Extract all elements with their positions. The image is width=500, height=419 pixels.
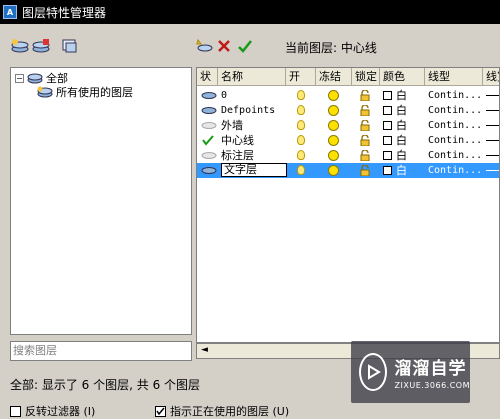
unlock-icon[interactable] — [360, 149, 370, 162]
color-name[interactable]: 白 — [393, 118, 407, 133]
lightbulb-icon[interactable] — [297, 90, 305, 100]
sun-icon[interactable] — [328, 165, 339, 176]
collapse-toggle-icon[interactable]: − — [15, 73, 24, 83]
current-layer-label: 当前图层: 中心线 — [285, 41, 377, 55]
linetype-name[interactable]: Contin... — [425, 133, 482, 148]
column-status[interactable]: 状 — [197, 68, 218, 86]
new-property-filter-icon[interactable] — [10, 37, 30, 55]
lightbulb-icon[interactable] — [297, 105, 305, 115]
column-name[interactable]: 名称 — [218, 68, 286, 86]
search-input[interactable]: 搜索图层 — [10, 341, 192, 361]
show-used-checkbox[interactable] — [155, 405, 166, 417]
column-lineweight[interactable]: 线宽 — [483, 68, 499, 86]
table-row[interactable]: 中心线 白 Contin... — [197, 133, 499, 148]
unlock-icon[interactable] — [360, 104, 370, 117]
sun-icon[interactable] — [328, 105, 339, 116]
grid-header: 状 名称 开 冻结 锁定 颜色 线型 线宽 — [197, 68, 499, 86]
status-text: 全部: 显示了 6 个图层, 共 6 个图层 — [10, 378, 201, 392]
layer-name[interactable]: 0 — [218, 88, 227, 103]
linetype-name[interactable]: Contin... — [425, 103, 482, 118]
sun-icon[interactable] — [328, 150, 339, 161]
play-logo-icon — [359, 353, 387, 391]
color-swatch[interactable] — [383, 166, 392, 175]
filter-tree-pane: − 全部 所有使用的图层 — [10, 67, 192, 335]
color-name[interactable]: 白 — [393, 88, 407, 103]
layer-name[interactable]: 文字层 — [221, 163, 287, 177]
layers-icon — [27, 73, 43, 84]
column-linetype[interactable]: 线型 — [425, 68, 483, 86]
lightbulb-icon[interactable] — [297, 150, 305, 160]
color-name[interactable]: 白 — [393, 103, 407, 118]
table-row[interactable]: 外墙 白 Contin... — [197, 118, 499, 133]
new-layer-icon[interactable] — [194, 37, 214, 55]
invert-filter-label: 反转过滤器 (I) — [25, 405, 96, 418]
sun-icon[interactable] — [328, 135, 339, 146]
color-swatch[interactable] — [383, 121, 392, 130]
invert-filter-checkbox[interactable] — [10, 405, 21, 417]
column-freeze[interactable]: 冻结 — [316, 68, 352, 86]
layer-grid: 状 名称 开 冻结 锁定 颜色 线型 线宽 0白Contin...Defpoin… — [196, 67, 500, 343]
toolbar: 当前图层: 中心线 — [0, 24, 500, 66]
show-used-label: 指示正在使用的图层 (U) — [170, 405, 290, 418]
watermark-title: 溜溜自学 — [394, 359, 467, 379]
lightbulb-icon[interactable] — [297, 165, 305, 175]
set-current-icon[interactable] — [235, 37, 255, 55]
unlock-icon[interactable] — [360, 134, 370, 147]
table-row[interactable]: 文字层 白 Contin... — [197, 163, 499, 178]
sun-icon[interactable] — [328, 90, 339, 101]
unlock-icon[interactable] — [360, 119, 370, 132]
color-swatch[interactable] — [383, 151, 392, 160]
color-name[interactable]: 白 — [393, 163, 407, 178]
watermark-subtitle: ZIXUE.3066.COM — [394, 381, 470, 390]
lineweight-sample[interactable] — [486, 170, 499, 171]
watermark: 溜溜自学 ZIXUE.3066.COM — [351, 341, 470, 403]
delete-layer-icon[interactable] — [214, 37, 234, 55]
color-swatch[interactable] — [383, 106, 392, 115]
lineweight-sample[interactable] — [486, 155, 499, 156]
lineweight-sample[interactable] — [486, 140, 499, 141]
column-color[interactable]: 颜色 — [380, 68, 425, 86]
lineweight-sample[interactable] — [486, 125, 499, 126]
linetype-name[interactable]: Contin... — [425, 148, 482, 163]
layer-name[interactable]: Defpoints — [218, 103, 275, 118]
sun-icon[interactable] — [328, 120, 339, 131]
window-title: 图层特性管理器 — [22, 5, 107, 20]
linetype-name[interactable]: Contin... — [425, 118, 482, 133]
lightbulb-icon[interactable] — [297, 135, 305, 145]
app-icon: A — [3, 5, 17, 19]
linetype-name[interactable]: Contin... — [425, 88, 482, 103]
new-group-filter-icon[interactable] — [31, 37, 51, 55]
layer-name[interactable]: 标注层 — [218, 148, 254, 163]
unlock-icon[interactable] — [360, 89, 370, 102]
tree-item-used-layers[interactable]: 所有使用的图层 — [37, 84, 133, 100]
layer-name[interactable]: 外墙 — [218, 118, 243, 133]
title-bar: A 图层特性管理器 — [0, 0, 500, 24]
show-used-option[interactable]: 指示正在使用的图层 (U) — [155, 403, 289, 419]
column-on[interactable]: 开 — [286, 68, 316, 86]
layer-name[interactable]: 中心线 — [218, 133, 254, 148]
scroll-left-icon[interactable]: ◄ — [201, 345, 208, 355]
color-name[interactable]: 白 — [393, 148, 407, 163]
table-row[interactable]: 0 白 Contin... — [197, 88, 499, 103]
color-swatch[interactable] — [383, 136, 392, 145]
invert-filter-option[interactable]: 反转过滤器 (I) — [10, 403, 95, 419]
table-row[interactable]: 标注层 白 Contin... — [197, 148, 499, 163]
color-name[interactable]: 白 — [393, 133, 407, 148]
layer-states-manager-icon[interactable] — [60, 37, 80, 55]
lineweight-sample[interactable] — [486, 110, 499, 111]
color-swatch[interactable] — [383, 91, 392, 100]
filter-icon — [37, 86, 53, 98]
linetype-name[interactable]: Contin... — [425, 163, 482, 178]
unlock-icon[interactable] — [360, 164, 370, 177]
lightbulb-icon[interactable] — [297, 120, 305, 130]
lineweight-sample[interactable] — [486, 95, 499, 96]
tree-item-used-label: 所有使用的图层 — [56, 86, 133, 99]
column-lock[interactable]: 锁定 — [352, 68, 380, 86]
table-row[interactable]: Defpoints 白 Contin... — [197, 103, 499, 118]
